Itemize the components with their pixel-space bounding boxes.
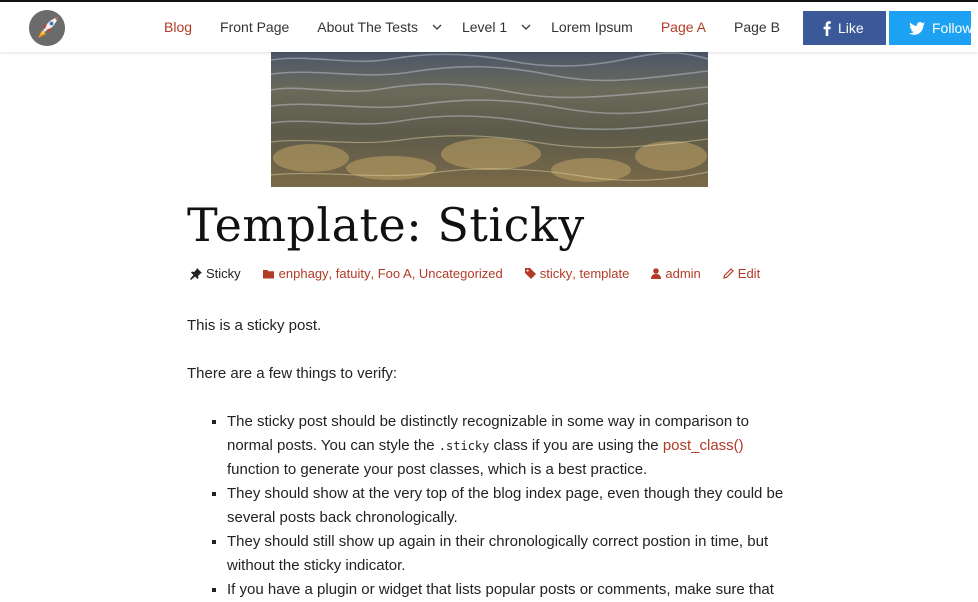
facebook-icon [823,20,831,36]
category-link[interactable]: enphagy [279,266,329,281]
nav-label: Lorem Ipsum [551,19,633,35]
post-edit: Edit [723,266,760,281]
post-categories: enphagy, fatuity, Foo A, Uncategorized [262,266,503,281]
nav-item-level-1[interactable]: Level 1 [461,19,531,35]
list-item: If you have a plugin or widget that list… [227,578,797,602]
tag-link[interactable]: template [579,266,629,281]
category-link[interactable]: fatuity [336,266,371,281]
site-logo[interactable] [29,10,65,46]
nav-item-about-the-tests[interactable]: About The Tests [317,19,442,35]
facebook-like-button[interactable]: Like [803,11,886,45]
rocket-icon [29,10,65,46]
nav-item-blog[interactable]: Blog [164,19,192,35]
featured-image [271,50,708,187]
twitter-follow-button[interactable]: Follow [889,11,973,45]
pin-icon [190,267,202,280]
list-item: The sticky post should be distinctly rec… [227,410,797,482]
pencil-icon [723,268,734,279]
category-link[interactable]: Foo A [378,266,412,281]
list-item: They should still show up again in their… [227,530,797,578]
nav-label: Level 1 [461,19,508,35]
code-snippet: .sticky [438,439,490,453]
paragraph: This is a sticky post. [187,317,322,334]
list-text: function to generate your post classes, … [227,461,648,478]
list-item: They should show at the very top of the … [227,482,797,530]
post-content: This is a sticky post. There are a few t… [187,314,797,602]
nav-label: About The Tests [317,19,418,35]
post-tags: sticky, template [524,266,629,281]
site-header: Blog Front Page About The Tests Level 1 … [0,0,978,52]
chevron-down-icon[interactable] [521,24,531,31]
edit-link[interactable]: Edit [738,266,760,281]
tag-link[interactable]: sticky [540,266,573,281]
like-label: Like [838,20,864,36]
chevron-down-icon[interactable] [432,24,442,31]
post-meta: Sticky enphagy, fatuity, Foo A, Uncatego… [190,266,782,281]
nav-label: Page B [733,19,780,35]
checklist: The sticky post should be distinctly rec… [187,410,797,602]
post-class-link[interactable]: post_class() [663,437,744,454]
nav-label: Blog [164,19,193,35]
twitter-icon [909,21,925,35]
nav-label: Page A [660,19,706,35]
sticky-indicator: Sticky [190,266,241,281]
sticky-label: Sticky [206,266,241,281]
post-title: Template: Sticky [187,198,585,252]
tag-icon [524,268,536,279]
category-link[interactable]: Uncategorized [419,266,503,281]
nav-item-page-b[interactable]: Page B [734,19,780,35]
nav-label: Front Page [220,19,290,35]
follow-label: Follow [932,20,973,36]
paragraph: There are a few things to verify: [187,365,398,382]
user-icon [651,268,662,279]
author-link[interactable]: admin [665,266,700,281]
folder-icon [262,269,274,278]
primary-nav: Blog Front Page About The Tests Level 1 … [164,19,808,35]
list-text: class if you are using the [489,437,663,454]
post-author: admin [651,266,701,281]
nav-item-front-page[interactable]: Front Page [220,19,289,35]
nav-item-page-a[interactable]: Page A [661,19,706,35]
nav-item-lorem-ipsum[interactable]: Lorem Ipsum [551,19,633,35]
